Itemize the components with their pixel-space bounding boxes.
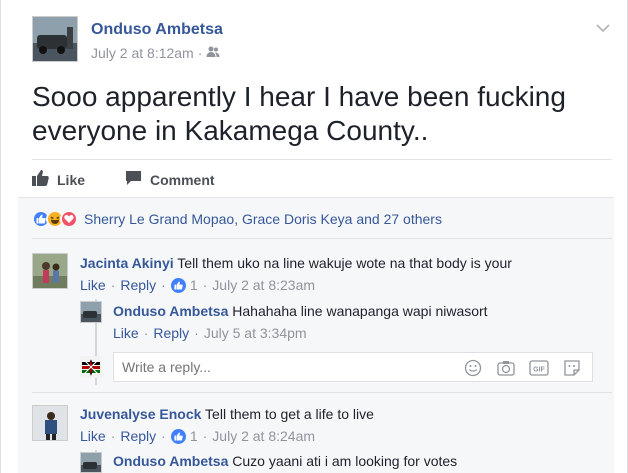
reply-author[interactable]: Onduso Ambetsa xyxy=(113,303,228,319)
friends-icon[interactable] xyxy=(206,45,220,61)
reply-timestamp[interactable]: July 5 at 3:34pm xyxy=(204,325,307,341)
reply-body: Onduso Ambetsa Cuzo yaani ati i am looki… xyxy=(113,453,457,469)
comment-timestamp[interactable]: July 2 at 8:23am xyxy=(212,277,315,293)
comment-body: Jacinta Akinyi Tell them uko na line wak… xyxy=(80,255,512,271)
reply-text: Cuzo yaani ati i am looking for votes xyxy=(232,453,458,469)
comment-like-link[interactable]: Like xyxy=(80,277,106,293)
comment-text: Tell them to get a life to live xyxy=(205,406,374,422)
author-avatar[interactable] xyxy=(32,16,78,62)
love-icon xyxy=(60,210,78,228)
post-author-name[interactable]: Onduso Ambetsa xyxy=(91,21,223,39)
reply-avatar[interactable] xyxy=(80,301,102,323)
reply-like-link[interactable]: Like xyxy=(113,325,139,341)
like-count-icon xyxy=(170,277,186,293)
commenter-avatar[interactable] xyxy=(32,405,68,441)
chevron-down-icon[interactable] xyxy=(596,20,610,33)
reply-box-icons: GIF xyxy=(463,358,582,378)
comment-reply-link[interactable]: Reply xyxy=(120,277,156,293)
like-button[interactable]: Like xyxy=(32,170,85,189)
like-count-icon xyxy=(170,428,186,444)
reply-text: Hahahaha line wanapanga wapi niwasort xyxy=(232,303,488,319)
sticker-icon[interactable] xyxy=(562,358,582,378)
like-button-label: Like xyxy=(57,171,86,188)
reply-reply-link[interactable]: Reply xyxy=(153,325,189,341)
comment-button-label: Comment xyxy=(150,171,215,188)
commenter-avatar[interactable] xyxy=(32,253,68,289)
comment-reply-link[interactable]: Reply xyxy=(120,428,156,444)
reply-avatar[interactable] xyxy=(80,452,102,473)
comment-bubble-icon xyxy=(125,170,142,189)
comment-like-count[interactable]: 1 xyxy=(190,428,198,444)
reaction-names[interactable]: Sherry Le Grand Mopao, Grace Doris Keya … xyxy=(84,211,442,227)
thumbs-up-icon xyxy=(32,170,49,189)
comment-timestamp[interactable]: July 2 at 8:24am xyxy=(212,428,315,444)
reply-author[interactable]: Onduso Ambetsa xyxy=(113,453,228,469)
divider xyxy=(32,392,612,393)
comment-author[interactable]: Juvenalyse Enock xyxy=(80,406,201,422)
comment-text: Tell them uko na line wakuje wote na tha… xyxy=(177,255,512,271)
post-meta: July 2 at 8:12am · xyxy=(91,45,220,61)
svg-text:GIF: GIF xyxy=(533,367,545,374)
reply-actions: Like · Reply · July 5 at 3:34pm xyxy=(113,325,307,341)
post-timestamp[interactable]: July 2 at 8:12am xyxy=(91,45,194,61)
divider xyxy=(32,238,612,239)
gif-icon[interactable]: GIF xyxy=(529,358,549,378)
comment-body: Juvenalyse Enock Tell them to get a life… xyxy=(80,406,374,422)
comment-author[interactable]: Jacinta Akinyi xyxy=(80,255,174,271)
comment-like-link[interactable]: Like xyxy=(80,428,106,444)
comment-actions: Like · Reply · 1 · July 2 at 8:23am xyxy=(80,277,316,293)
comment-button[interactable]: Comment xyxy=(125,170,215,189)
comment-actions: Like · Reply · 1 · July 2 at 8:24am xyxy=(80,428,316,444)
post-text: Sooo apparently I hear I have been fucki… xyxy=(32,81,566,146)
current-user-avatar xyxy=(80,356,102,378)
reactions-summary[interactable]: Sherry Le Grand Mopao, Grace Doris Keya … xyxy=(32,210,442,228)
emoji-icon[interactable] xyxy=(463,358,483,378)
reply-box: GIF xyxy=(113,352,593,382)
camera-icon[interactable] xyxy=(496,358,516,378)
reply-input[interactable] xyxy=(122,359,442,375)
comment-like-count[interactable]: 1 xyxy=(190,277,198,293)
divider xyxy=(32,159,612,160)
reply-body: Onduso Ambetsa Hahahaha line wanapanga w… xyxy=(113,303,488,319)
